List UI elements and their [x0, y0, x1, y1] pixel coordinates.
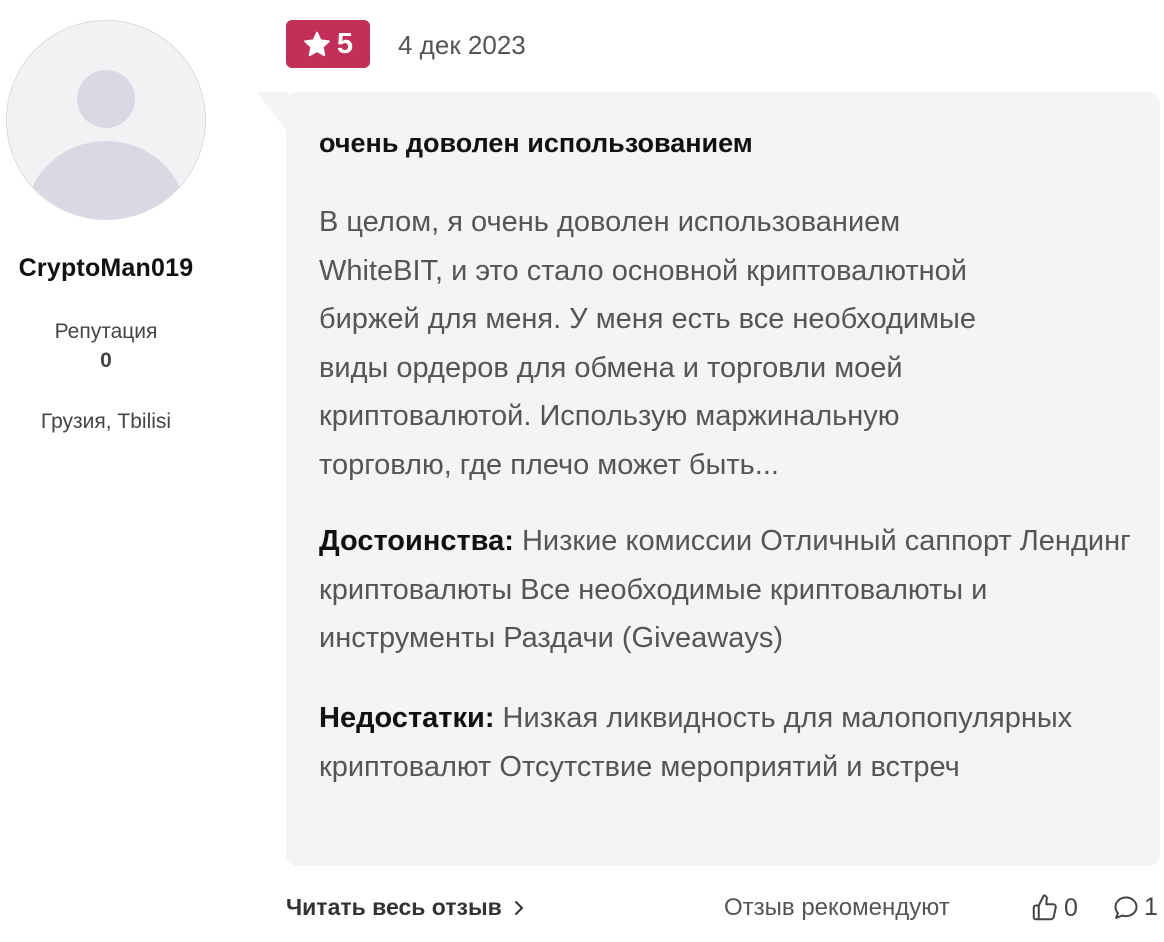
- author-location: Грузия, Tbilisi: [40, 410, 172, 433]
- reputation-value: 0: [100, 349, 112, 372]
- read-more-label: Читать весь отзыв: [286, 894, 502, 920]
- thumbs-up-icon: [1032, 894, 1057, 921]
- review-text-line: криптовалютой. Использую маржинальную: [319, 400, 900, 432]
- comments-button[interactable]: 1: [1112, 893, 1158, 922]
- user-placeholder-icon: [7, 21, 205, 219]
- star-icon: [304, 31, 330, 56]
- avatar[interactable]: [6, 20, 206, 220]
- likes-count: 0: [1064, 893, 1078, 922]
- review-text-line: WhiteBIT, и это стало основной криптовал…: [319, 254, 967, 287]
- review-text-line: торговлю, где плечо может быть...: [319, 448, 779, 481]
- review-date: 4 дек 2023: [398, 30, 526, 60]
- author-name[interactable]: CryptoMan019: [0, 254, 212, 283]
- review-text-line: виды ордеров для обмена и торговли моей: [319, 351, 903, 384]
- comments-count: 1: [1144, 893, 1158, 921]
- pros-section: Достоинства: Низкие комиссии Отличный са…: [319, 517, 1149, 663]
- reputation-label: Репутация: [54, 320, 158, 343]
- cons-label: Недостатки:: [319, 702, 495, 734]
- pros-label: Достоинства:: [319, 525, 514, 557]
- review-text-line: биржей для меня. У меня есть все необход…: [319, 303, 977, 335]
- cons-section: Недостатки: Низкая ликвидность для малоп…: [319, 694, 1149, 791]
- review-title[interactable]: очень доволен использованием: [319, 128, 753, 159]
- read-full-review-link[interactable]: Читать весь отзыв: [286, 894, 524, 921]
- bubble-tail: [256, 92, 288, 132]
- review-text-line: В целом, я очень доволен использованием: [319, 206, 901, 238]
- rating-value: 5: [336, 27, 354, 60]
- like-button[interactable]: 0: [1030, 893, 1078, 923]
- recommend-label: Отзыв рекомендуют: [724, 894, 950, 921]
- review-text: В целом, я очень доволен использованием …: [319, 198, 1139, 489]
- comment-icon: [1114, 896, 1138, 919]
- chevron-right-icon: [514, 900, 523, 915]
- rating-badge: 5: [286, 20, 370, 68]
